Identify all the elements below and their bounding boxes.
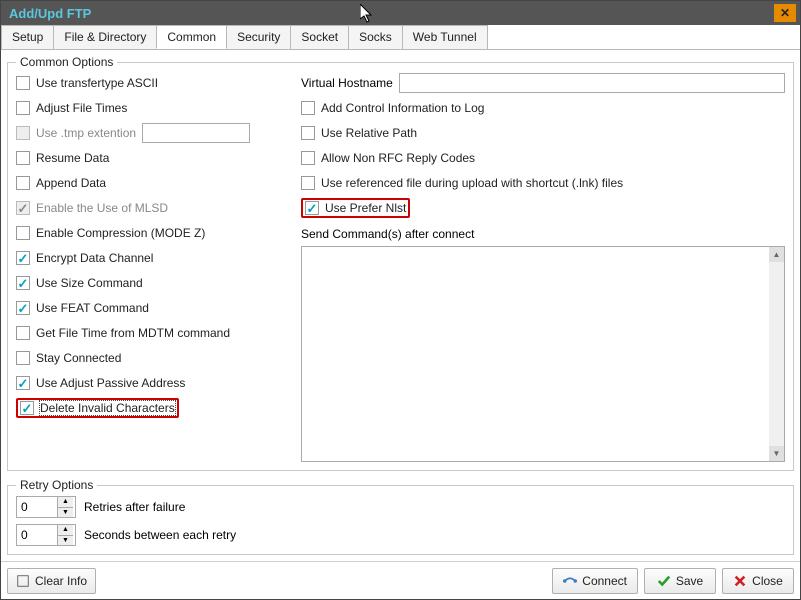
lbl-use-size-command: Use Size Command bbox=[36, 276, 143, 290]
clear-info-label: Clear Info bbox=[35, 574, 87, 588]
lbl-append-data: Append Data bbox=[36, 176, 106, 190]
lbl-transfertype-ascii: Use transfertype ASCII bbox=[36, 76, 158, 90]
tab-socket[interactable]: Socket bbox=[290, 25, 349, 49]
chk-add-control-log[interactable] bbox=[301, 101, 315, 115]
chk-use-referenced-file[interactable] bbox=[301, 176, 315, 190]
lbl-seconds: Seconds between each retry bbox=[84, 528, 236, 542]
chk-use-size-command[interactable]: ✓ bbox=[16, 276, 30, 290]
lbl-encrypt-data-channel: Encrypt Data Channel bbox=[36, 251, 153, 265]
window-title: Add/Upd FTP bbox=[5, 6, 774, 21]
lbl-use-feat-command: Use FEAT Command bbox=[36, 301, 149, 315]
chk-encrypt-data-channel[interactable]: ✓ bbox=[16, 251, 30, 265]
chk-stay-connected[interactable] bbox=[16, 351, 30, 365]
lbl-resume-data: Resume Data bbox=[36, 151, 109, 165]
close-button[interactable]: Close bbox=[722, 568, 794, 594]
group-common-options: Common Options Use transfertype ASCII Ad… bbox=[7, 62, 794, 471]
chk-tmp-extension bbox=[16, 126, 30, 140]
chk-append-data[interactable] bbox=[16, 176, 30, 190]
tab-web-tunnel[interactable]: Web Tunnel bbox=[402, 25, 488, 49]
input-virtual-hostname[interactable] bbox=[399, 73, 785, 93]
spin-retries-after-failure[interactable]: ▲▼ bbox=[16, 496, 76, 518]
tab-file-directory[interactable]: File & Directory bbox=[53, 25, 157, 49]
tab-security[interactable]: Security bbox=[226, 25, 291, 49]
lbl-adjust-file-times: Adjust File Times bbox=[36, 101, 127, 115]
window-close-button[interactable]: ✕ bbox=[774, 4, 796, 22]
spin-seconds-between-retry[interactable]: ▲▼ bbox=[16, 524, 76, 546]
spin-up-icon[interactable]: ▲ bbox=[57, 497, 73, 508]
lbl-stay-connected: Stay Connected bbox=[36, 351, 121, 365]
save-label: Save bbox=[676, 574, 703, 588]
scroll-down-icon[interactable]: ▼ bbox=[769, 446, 784, 461]
chk-use-feat-command[interactable]: ✓ bbox=[16, 301, 30, 315]
lbl-virtual-hostname: Virtual Hostname bbox=[301, 76, 393, 90]
tab-common[interactable]: Common bbox=[156, 25, 227, 49]
tab-content: Common Options Use transfertype ASCII Ad… bbox=[1, 50, 800, 561]
textarea-send-command-wrap: ▲ ▼ bbox=[301, 246, 785, 462]
connect-label: Connect bbox=[582, 574, 627, 588]
lbl-enable-mlsd: Enable the Use of MLSD bbox=[36, 201, 168, 215]
chk-enable-mlsd: ✓ bbox=[16, 201, 30, 215]
footer-bar: Clear Info Connect Save Close bbox=[1, 561, 800, 599]
textarea-send-command[interactable] bbox=[302, 247, 769, 461]
tab-bar: Setup File & Directory Common Security S… bbox=[1, 25, 800, 50]
connect-button[interactable]: Connect bbox=[552, 568, 638, 594]
common-left-column: Use transfertype ASCII Adjust File Times… bbox=[16, 71, 291, 462]
save-icon bbox=[657, 574, 671, 588]
save-button[interactable]: Save bbox=[644, 568, 716, 594]
chk-get-file-time-mdtm[interactable] bbox=[16, 326, 30, 340]
input-tmp-extension[interactable] bbox=[142, 123, 250, 143]
lbl-enable-compression: Enable Compression (MODE Z) bbox=[36, 226, 205, 240]
close-icon bbox=[733, 574, 747, 588]
clear-info-button[interactable]: Clear Info bbox=[7, 568, 96, 594]
group-title-common: Common Options bbox=[16, 55, 117, 69]
group-retry-options: Retry Options ▲▼ Retries after failure ▲… bbox=[7, 485, 794, 555]
highlight-use-prefer-nlst: ✓ Use Prefer Nlst bbox=[301, 198, 410, 218]
chk-delete-invalid-chars[interactable]: ✓ bbox=[20, 401, 34, 415]
chk-enable-compression[interactable] bbox=[16, 226, 30, 240]
spin-up-icon[interactable]: ▲ bbox=[57, 525, 73, 536]
lbl-tmp-extension: Use .tmp extention bbox=[36, 126, 136, 140]
lbl-use-referenced-file: Use referenced file during upload with s… bbox=[321, 176, 623, 190]
scrollbar[interactable]: ▲ ▼ bbox=[769, 247, 784, 461]
close-icon: ✕ bbox=[780, 6, 790, 20]
connect-icon bbox=[563, 574, 577, 588]
group-title-retry: Retry Options bbox=[16, 478, 97, 492]
chk-resume-data[interactable] bbox=[16, 151, 30, 165]
lbl-allow-non-rfc: Allow Non RFC Reply Codes bbox=[321, 151, 475, 165]
input-retries[interactable] bbox=[17, 497, 57, 517]
tab-setup[interactable]: Setup bbox=[1, 25, 54, 49]
spin-down-icon[interactable]: ▼ bbox=[57, 508, 73, 518]
titlebar: Add/Upd FTP ✕ bbox=[1, 1, 800, 25]
lbl-send-command: Send Command(s) after connect bbox=[301, 227, 785, 241]
chk-transfertype-ascii[interactable] bbox=[16, 76, 30, 90]
tab-socks[interactable]: Socks bbox=[348, 25, 403, 49]
window: Add/Upd FTP ✕ Setup File & Directory Com… bbox=[0, 0, 801, 600]
input-seconds[interactable] bbox=[17, 525, 57, 545]
highlight-delete-invalid-chars: ✓ Delete Invalid Characters bbox=[16, 398, 179, 418]
common-right-column: Virtual Hostname Add Control Information… bbox=[301, 71, 785, 462]
chk-adjust-passive-address[interactable]: ✓ bbox=[16, 376, 30, 390]
chk-adjust-file-times[interactable] bbox=[16, 101, 30, 115]
chk-use-prefer-nlst[interactable]: ✓ bbox=[305, 201, 319, 215]
chk-use-relative-path[interactable] bbox=[301, 126, 315, 140]
lbl-add-control-log: Add Control Information to Log bbox=[321, 101, 484, 115]
lbl-retries: Retries after failure bbox=[84, 500, 185, 514]
lbl-delete-invalid-chars: Delete Invalid Characters bbox=[40, 401, 175, 415]
chk-allow-non-rfc[interactable] bbox=[301, 151, 315, 165]
lbl-get-file-time-mdtm: Get File Time from MDTM command bbox=[36, 326, 230, 340]
clear-icon bbox=[16, 574, 30, 588]
lbl-use-prefer-nlst: Use Prefer Nlst bbox=[325, 201, 406, 215]
lbl-adjust-passive-address: Use Adjust Passive Address bbox=[36, 376, 185, 390]
close-label: Close bbox=[752, 574, 783, 588]
scroll-up-icon[interactable]: ▲ bbox=[769, 247, 784, 262]
lbl-use-relative-path: Use Relative Path bbox=[321, 126, 417, 140]
spin-down-icon[interactable]: ▼ bbox=[57, 536, 73, 546]
